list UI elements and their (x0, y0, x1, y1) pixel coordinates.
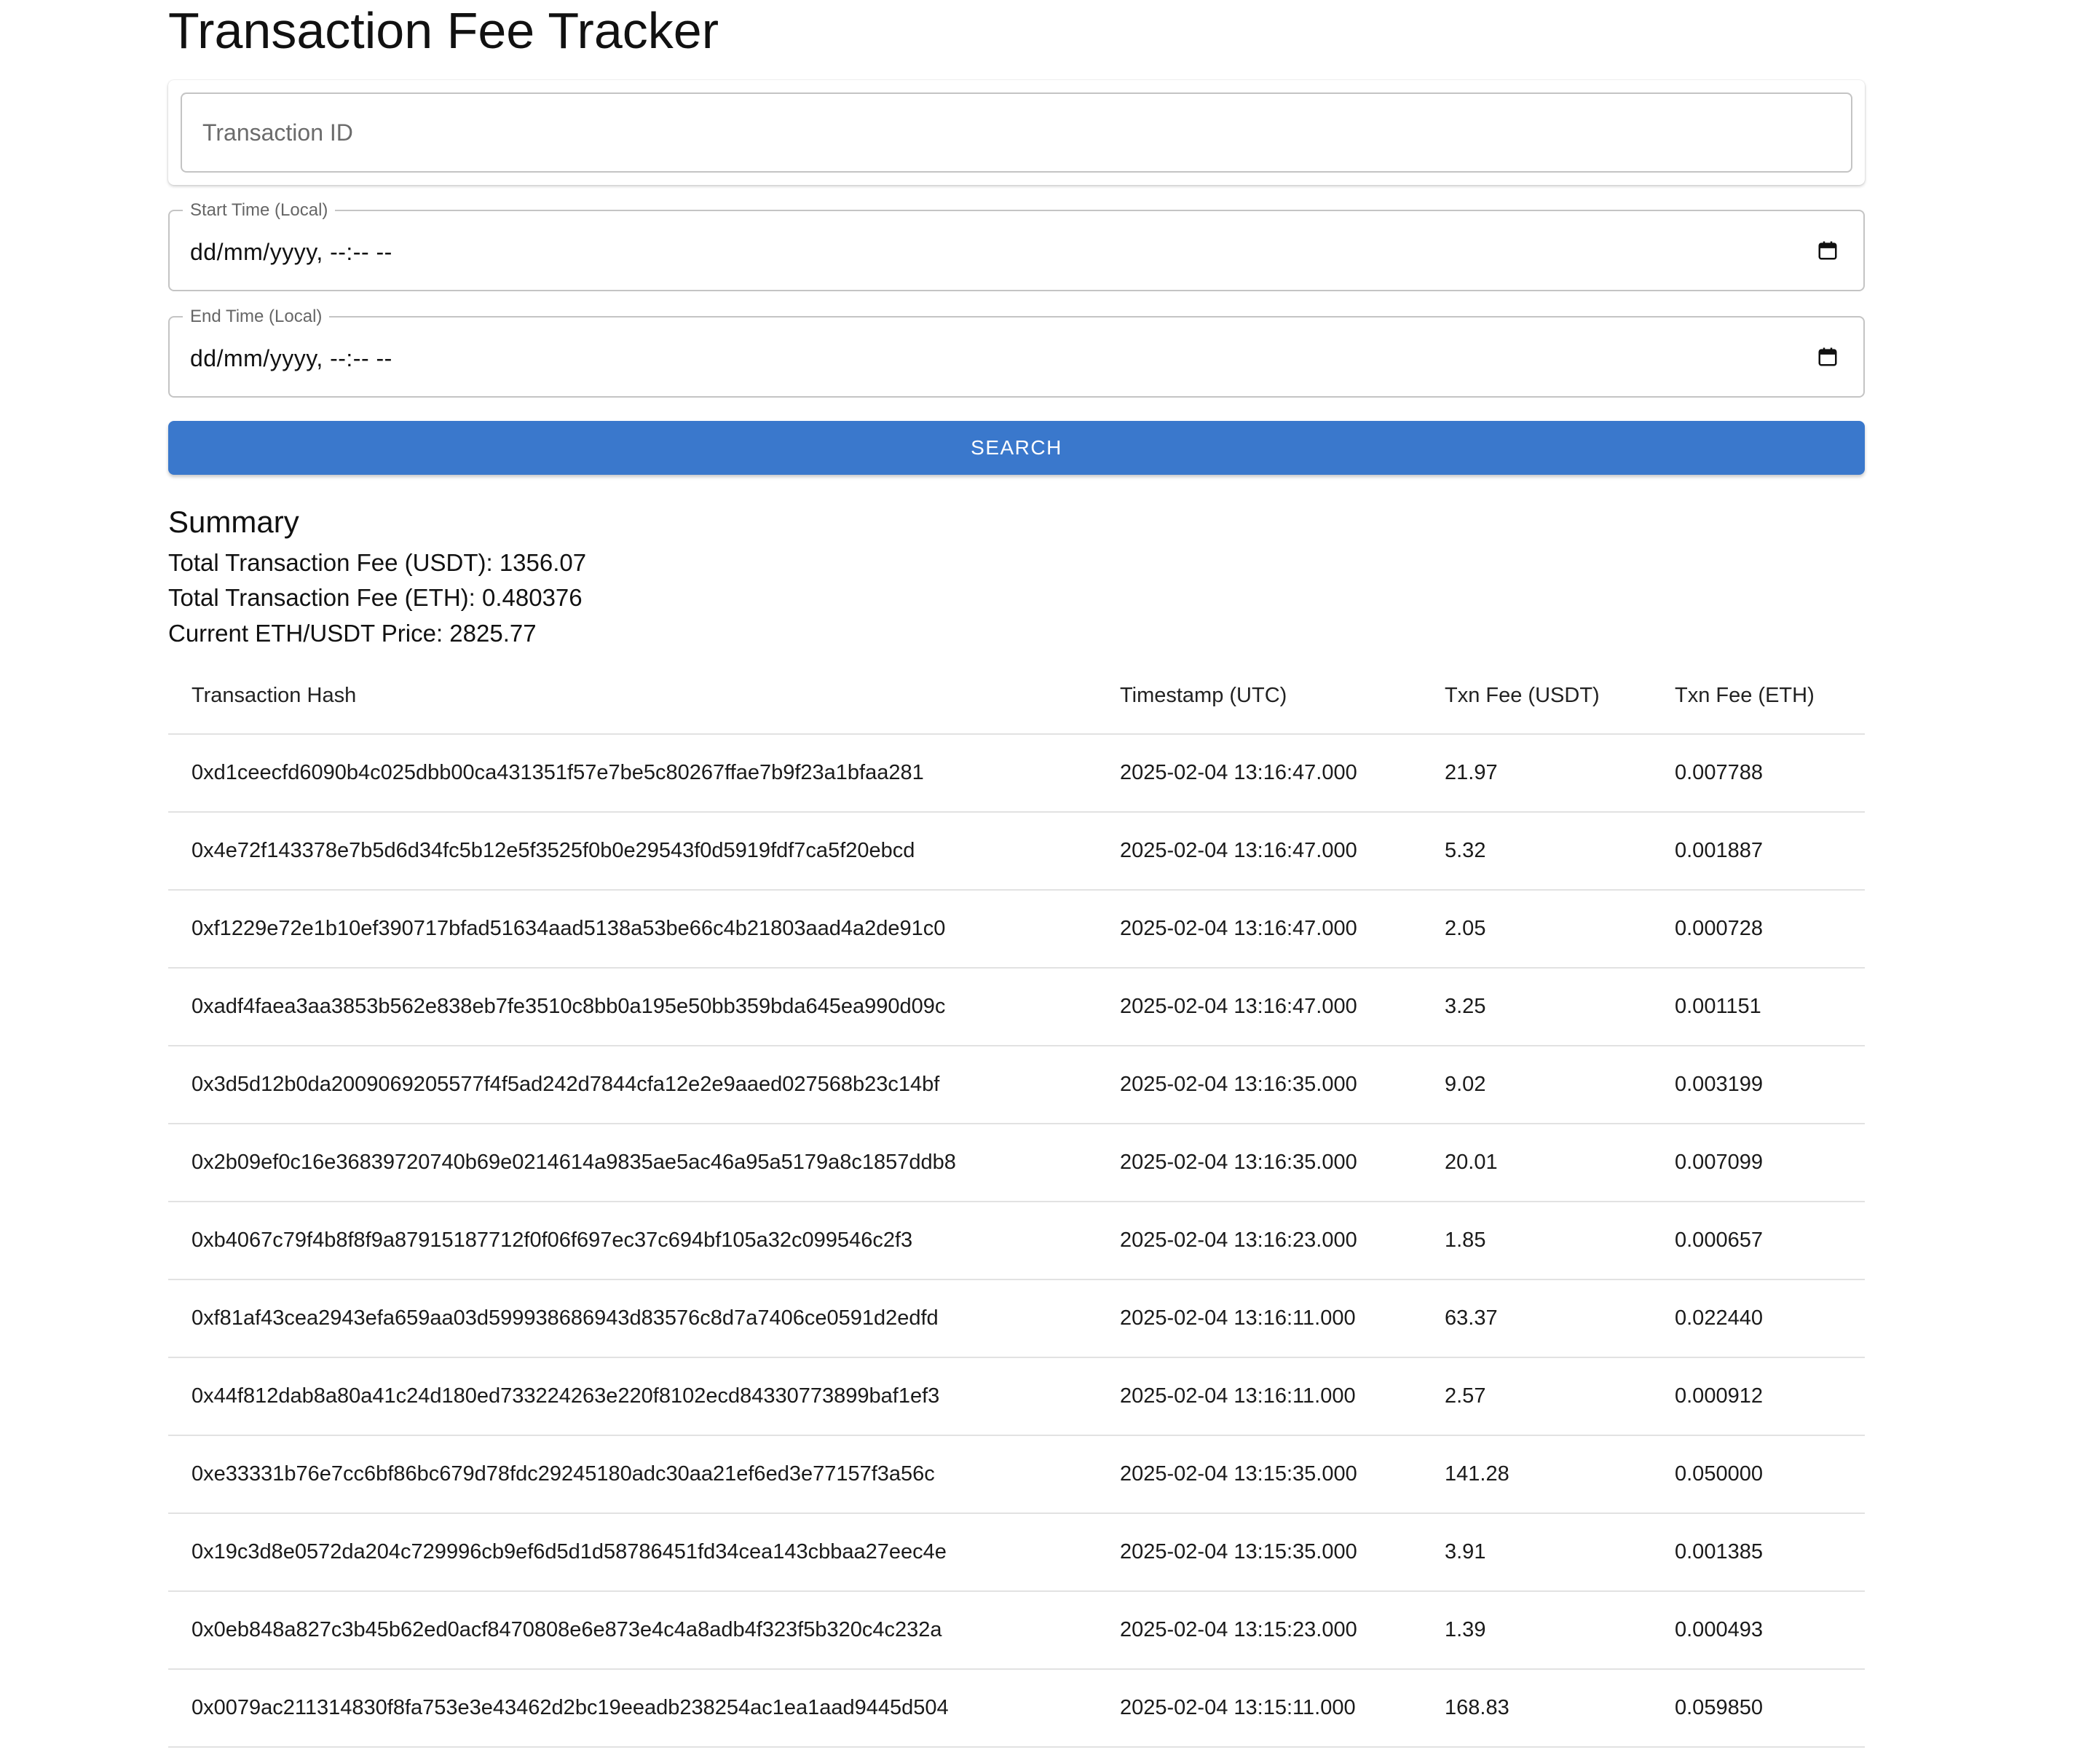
eth-usdt-price: Current ETH/USDT Price: 2825.77 (168, 620, 537, 647)
table-row: 0xd1ceecfd6090b4c025dbb00ca431351f57e7be… (168, 734, 1865, 813)
cell-fee-eth: 0.001887 (1651, 812, 1865, 891)
cell-fee-eth: 0.000912 (1651, 1357, 1865, 1436)
cell-fee-eth: 0.000657 (1651, 1202, 1865, 1280)
page-title: Transaction Fee Tracker (168, 2, 719, 59)
cell-transaction-hash: 0xd1ceecfd6090b4c025dbb00ca431351f57e7be… (168, 734, 1097, 813)
header-transaction-hash: Transaction Hash (168, 658, 1097, 735)
cell-timestamp: 2025-02-04 13:15:35.000 (1097, 1435, 1421, 1514)
table-row: 0x44f812dab8a80a41c24d180ed733224263e220… (168, 1357, 1865, 1436)
cell-fee-usdt: 63.37 (1421, 1279, 1651, 1358)
cell-fee-eth: 0.059850 (1651, 1669, 1865, 1748)
cell-timestamp: 2025-02-04 13:16:35.000 (1097, 1046, 1421, 1124)
cell-fee-usdt: 1.85 (1421, 1202, 1651, 1280)
table-row: 0x4e72f143378e7b5d6d34fc5b12e5f3525f0b0e… (168, 812, 1865, 891)
cell-fee-eth: 0.007788 (1651, 734, 1865, 813)
cell-fee-usdt: 3.91 (1421, 1513, 1651, 1592)
cell-transaction-hash: 0x0079ac211314830f8fa753e3e43462d2bc19ee… (168, 1669, 1097, 1748)
cell-transaction-hash: 0xb4067c79f4b8f8f9a87915187712f0f06f697e… (168, 1202, 1097, 1280)
table-row: 0x2b09ef0c16e36839720740b69e0214614a9835… (168, 1124, 1865, 1202)
cell-fee-usdt: 20.01 (1421, 1124, 1651, 1202)
cell-transaction-hash: 0xe33331b76e7cc6bf86bc679d78fdc29245180a… (168, 1435, 1097, 1514)
table-row: 0x3d5d12b0da2009069205577f4f5ad242d7844c… (168, 1046, 1865, 1124)
table-row: 0x0eb848a827c3b45b62ed0acf8470808e6e873e… (168, 1591, 1865, 1670)
header-timestamp: Timestamp (UTC) (1097, 658, 1421, 735)
cell-fee-usdt: 9.02 (1421, 1046, 1651, 1124)
cell-fee-eth: 0.003199 (1651, 1046, 1865, 1124)
cell-fee-eth: 0.001385 (1651, 1513, 1865, 1592)
cell-fee-eth: 0.050000 (1651, 1435, 1865, 1514)
total-fee-usdt: Total Transaction Fee (USDT): 1356.07 (168, 549, 587, 576)
cell-transaction-hash: 0x4e72f143378e7b5d6d34fc5b12e5f3525f0b0e… (168, 812, 1097, 891)
cell-transaction-hash: 0xf81af43cea2943efa659aa03d599938686943d… (168, 1279, 1097, 1358)
cell-fee-eth: 0.000493 (1651, 1591, 1865, 1670)
cell-timestamp: 2025-02-04 13:15:35.000 (1097, 1513, 1421, 1592)
cell-fee-usdt: 21.97 (1421, 734, 1651, 813)
start-time-value[interactable]: dd/mm/yyyy, --:-- -- (190, 237, 392, 267)
cell-fee-usdt: 3.25 (1421, 968, 1651, 1046)
cell-fee-eth: 0.022440 (1651, 1279, 1865, 1358)
cell-transaction-hash: 0x2b09ef0c16e36839720740b69e0214614a9835… (168, 1124, 1097, 1202)
search-button[interactable]: SEARCH (168, 421, 1865, 475)
cell-timestamp: 2025-02-04 13:16:47.000 (1097, 968, 1421, 1046)
calendar-icon[interactable] (1817, 240, 1839, 261)
transaction-id-field (181, 92, 1852, 173)
cell-transaction-hash: 0x19c3d8e0572da204c729996cb9ef6d5d1d5878… (168, 1513, 1097, 1592)
total-fee-eth: Total Transaction Fee (ETH): 0.480376 (168, 584, 583, 611)
header-fee-usdt: Txn Fee (USDT) (1421, 658, 1651, 735)
cell-timestamp: 2025-02-04 13:15:23.000 (1097, 1591, 1421, 1670)
cell-timestamp: 2025-02-04 13:16:35.000 (1097, 1124, 1421, 1202)
start-time-label: Start Time (Local) (183, 200, 336, 221)
transaction-id-card (168, 80, 1865, 185)
cell-timestamp: 2025-02-04 13:16:47.000 (1097, 890, 1421, 969)
end-time-label: End Time (Local) (183, 306, 330, 328)
cell-fee-usdt: 2.05 (1421, 890, 1651, 969)
cell-fee-eth: 0.001151 (1651, 968, 1865, 1046)
cell-fee-eth: 0.007099 (1651, 1124, 1865, 1202)
table-row: 0xb4067c79f4b8f8f9a87915187712f0f06f697e… (168, 1202, 1865, 1280)
table-row: 0x0079ac211314830f8fa753e3e43462d2bc19ee… (168, 1669, 1865, 1748)
transaction-id-input[interactable] (182, 94, 1851, 171)
cell-fee-usdt: 1.39 (1421, 1591, 1651, 1670)
cell-transaction-hash: 0x44f812dab8a80a41c24d180ed733224263e220… (168, 1357, 1097, 1436)
cell-timestamp: 2025-02-04 13:15:11.000 (1097, 1669, 1421, 1748)
end-time-field[interactable]: End Time (Local) dd/mm/yyyy, --:-- -- (168, 306, 1865, 398)
summary-title: Summary (168, 505, 299, 539)
cell-transaction-hash: 0x0eb848a827c3b45b62ed0acf8470808e6e873e… (168, 1591, 1097, 1670)
table-row: 0xf1229e72e1b10ef390717bfad51634aad5138a… (168, 890, 1865, 969)
header-fee-eth: Txn Fee (ETH) (1651, 658, 1865, 735)
cell-timestamp: 2025-02-04 13:16:11.000 (1097, 1279, 1421, 1358)
end-time-value[interactable]: dd/mm/yyyy, --:-- -- (190, 344, 392, 373)
cell-transaction-hash: 0xf1229e72e1b10ef390717bfad51634aad5138a… (168, 890, 1097, 969)
start-time-field[interactable]: Start Time (Local) dd/mm/yyyy, --:-- -- (168, 200, 1865, 291)
transactions-table: Transaction Hash Timestamp (UTC) Txn Fee… (168, 658, 1865, 1748)
cell-transaction-hash: 0xadf4faea3aa3853b562e838eb7fe3510c8bb0a… (168, 968, 1097, 1046)
cell-fee-usdt: 168.83 (1421, 1669, 1651, 1748)
cell-fee-usdt: 5.32 (1421, 812, 1651, 891)
cell-fee-usdt: 2.57 (1421, 1357, 1651, 1436)
cell-timestamp: 2025-02-04 13:16:47.000 (1097, 812, 1421, 891)
cell-timestamp: 2025-02-04 13:16:47.000 (1097, 734, 1421, 813)
cell-timestamp: 2025-02-04 13:16:11.000 (1097, 1357, 1421, 1436)
table-row: 0xe33331b76e7cc6bf86bc679d78fdc29245180a… (168, 1435, 1865, 1514)
cell-fee-usdt: 141.28 (1421, 1435, 1651, 1514)
cell-transaction-hash: 0x3d5d12b0da2009069205577f4f5ad242d7844c… (168, 1046, 1097, 1124)
table-row: 0x19c3d8e0572da204c729996cb9ef6d5d1d5878… (168, 1513, 1865, 1592)
table-row: 0xf81af43cea2943efa659aa03d599938686943d… (168, 1279, 1865, 1358)
table-row: 0xadf4faea3aa3853b562e838eb7fe3510c8bb0a… (168, 968, 1865, 1046)
cell-fee-eth: 0.000728 (1651, 890, 1865, 969)
cell-timestamp: 2025-02-04 13:16:23.000 (1097, 1202, 1421, 1280)
calendar-icon[interactable] (1817, 346, 1839, 368)
table-header-row: Transaction Hash Timestamp (UTC) Txn Fee… (168, 658, 1865, 735)
